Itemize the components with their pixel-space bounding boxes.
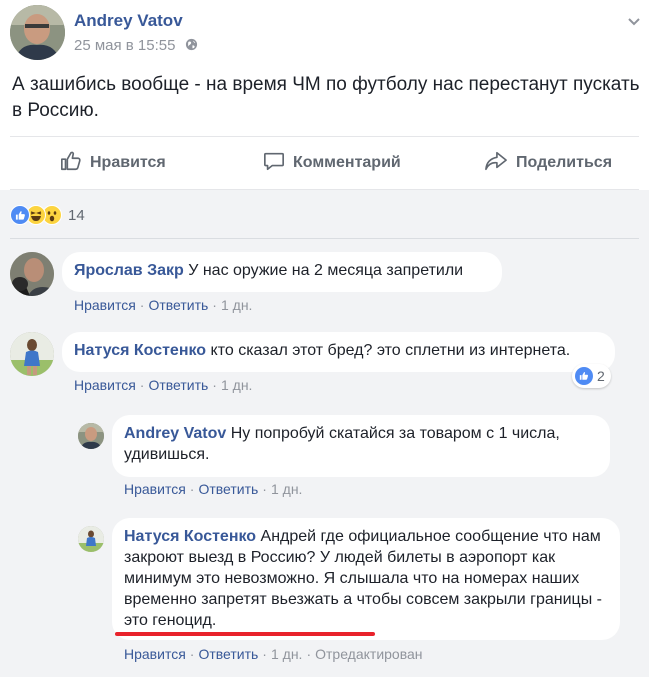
like-button-label: Нравится [90,154,166,171]
comment-bubble: Andrey Vatov Ну попробуй скатайся за тов… [112,415,610,477]
avatar[interactable] [10,332,54,376]
share-button-label: Поделиться [516,154,613,171]
like-button[interactable]: Нравится [60,143,166,183]
comment-text: У нас оружие на 2 месяца запретили [188,262,464,279]
comment-meta: Нравится · Ответить · 1 дн. [124,481,303,497]
comment-bubble: Натуся Костенко кто сказал этот бред? эт… [62,332,615,372]
comment-author[interactable]: Натуся Костенко [74,342,206,359]
reaction-count[interactable]: 14 [68,207,85,224]
comment-time[interactable]: 1 дн. [221,377,252,393]
share-icon [484,150,516,177]
post-author-name[interactable]: Andrey Vatov [74,11,183,31]
post-timestamp: 25 мая в 15:55 [74,37,198,55]
comment-button-label: Комментарий [293,154,401,171]
reactions-summary[interactable]: 14 [10,203,85,227]
comment-time[interactable]: 1 дн. [271,481,302,497]
post-time-text[interactable]: 25 мая в 15:55 [74,37,175,54]
comment-like-link[interactable]: Нравится [74,377,136,393]
globe-icon [185,38,198,55]
comment-reaction-badge[interactable]: 2 [572,364,611,388]
comment-reply-link[interactable]: Ответить [148,377,208,393]
comment-meta: Нравится · Ответить · 1 дн. [74,377,253,393]
comment-reply-link[interactable]: Ответить [198,481,258,497]
red-underline-annotation [115,632,375,636]
comment-author[interactable]: Ярослав Закр [74,262,184,279]
post-action-bar: Нравится Комментарий Поделиться [0,143,649,183]
comment-author[interactable]: Натуся Костенко [124,528,256,545]
divider [10,238,639,239]
comment-like-link[interactable]: Нравится [124,481,186,497]
like-reaction-icon [575,367,593,385]
thumbs-up-icon [60,150,90,177]
comment-meta: Нравится · Ответить · 1 дн. [74,297,253,313]
avatar[interactable] [10,252,54,296]
like-reaction-icon [10,205,30,225]
comment-bubble: Ярослав Закр У нас оружие на 2 месяца за… [62,252,502,292]
comment-reply-link[interactable]: Ответить [148,297,208,313]
post-text: А зашибись вообще - на время ЧМ по футбо… [12,74,640,121]
comment-edited-label[interactable]: Отредактирован [315,646,422,662]
divider [10,136,639,137]
comment-icon [263,150,293,177]
avatar[interactable] [78,423,104,449]
share-button[interactable]: Поделиться [484,143,612,183]
comment-author[interactable]: Andrey Vatov [124,425,226,442]
comment-text: кто сказал этот бред? это сплетни из инт… [210,342,571,359]
comment-time[interactable]: 1 дн. [221,297,252,313]
chevron-down-icon[interactable] [628,13,640,31]
comment-reply-link[interactable]: Ответить [198,646,258,662]
comment-button[interactable]: Комментарий [263,143,401,183]
avatar[interactable] [78,526,104,552]
post-header: Andrey Vatov 25 мая в 15:55 [10,5,640,61]
comment-meta: Нравится · Ответить · 1 дн. · Отредактирован [124,646,423,662]
avatar[interactable] [10,5,65,60]
comment-like-link[interactable]: Нравится [74,297,136,313]
comment-bubble: Натуся Костенко Андрей где официальное с… [112,518,620,640]
comment-time[interactable]: 1 дн. [271,646,302,662]
comment-like-link[interactable]: Нравится [124,646,186,662]
comment-reaction-count: 2 [597,368,605,384]
